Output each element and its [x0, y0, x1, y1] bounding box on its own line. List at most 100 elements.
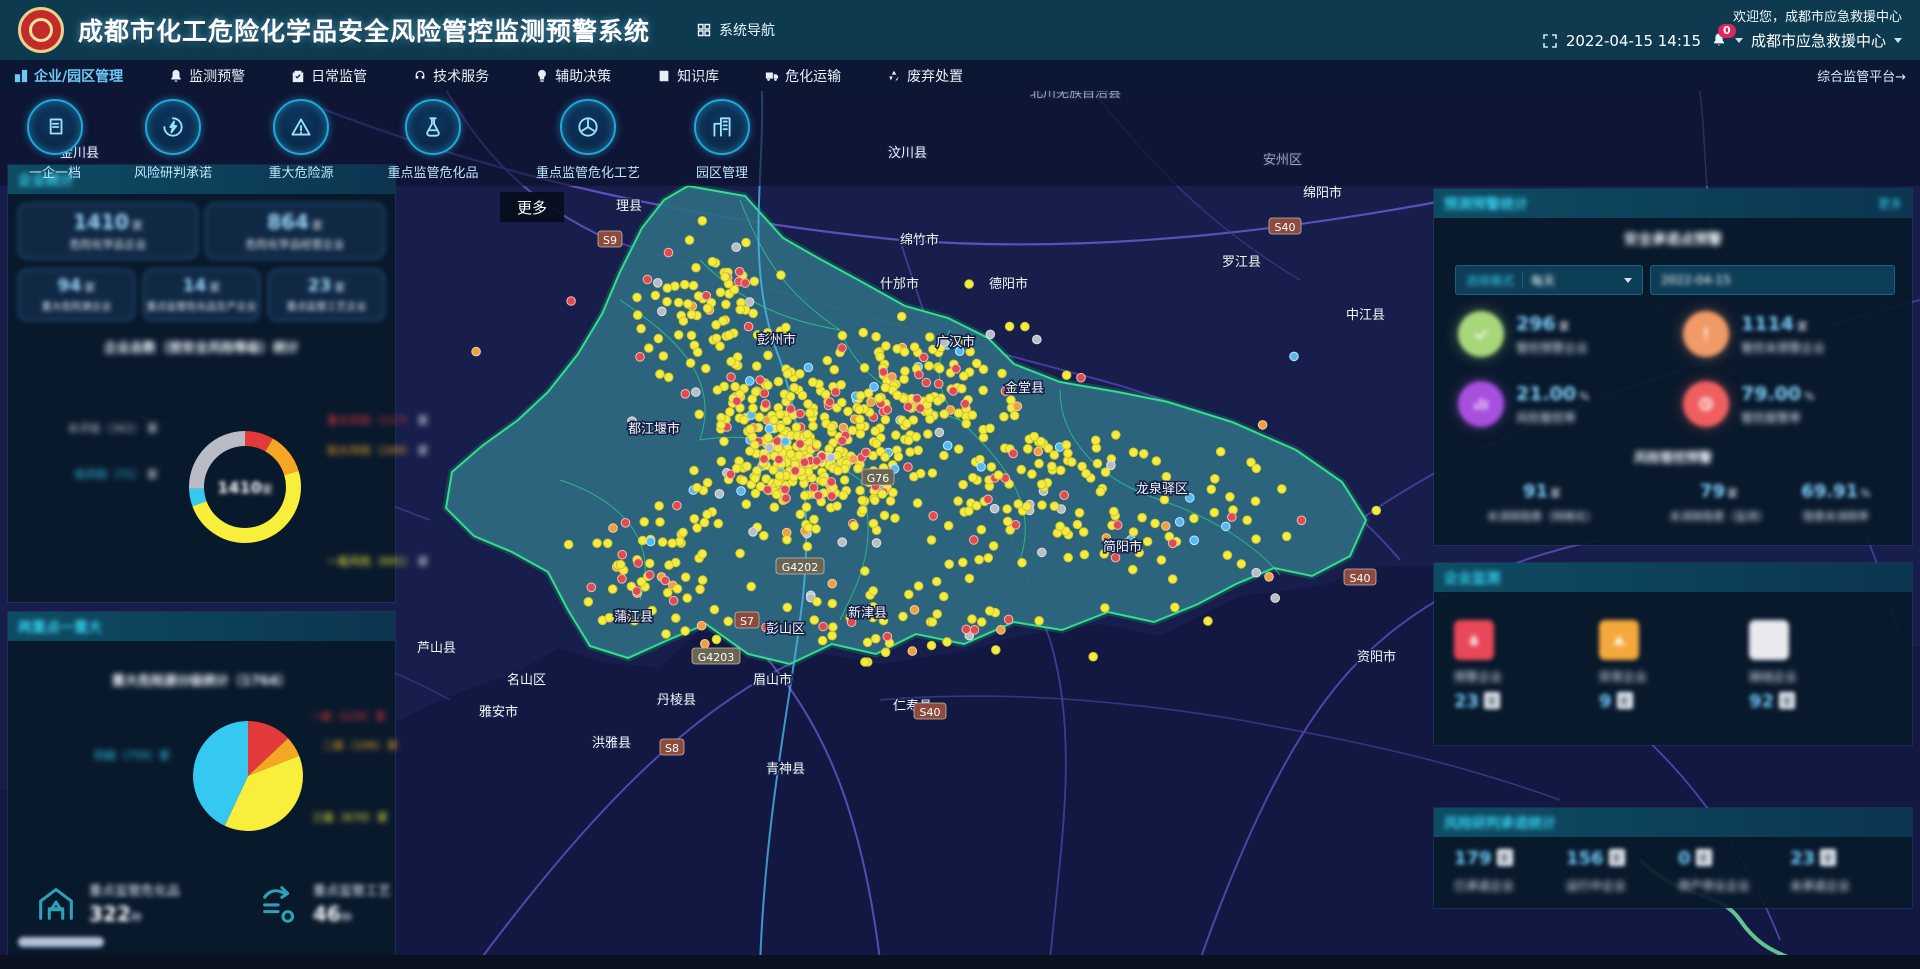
map-marker-red[interactable]: [915, 370, 924, 379]
map-marker-yellow[interactable]: [968, 615, 977, 624]
notifications-button[interactable]: 0: [1709, 32, 1727, 50]
map-marker-red[interactable]: [913, 394, 922, 403]
more-link[interactable]: 更多: [1878, 195, 1902, 212]
map-marker-gray[interactable]: [658, 307, 667, 316]
map-marker-yellow[interactable]: [1000, 412, 1009, 421]
map-marker-gray[interactable]: [827, 453, 836, 462]
map-marker-yellow[interactable]: [839, 491, 848, 500]
map-marker-red[interactable]: [904, 402, 913, 411]
map-marker-yellow[interactable]: [663, 588, 672, 597]
map-marker-blue[interactable]: [1290, 352, 1299, 361]
map-more-button[interactable]: 更多: [500, 192, 564, 222]
map-marker-yellow[interactable]: [783, 535, 792, 544]
map-marker-yellow[interactable]: [659, 352, 668, 361]
map-marker-yellow[interactable]: [838, 331, 847, 340]
map-marker-yellow[interactable]: [886, 497, 895, 506]
map-marker-gray[interactable]: [1252, 568, 1261, 577]
map-marker-yellow[interactable]: [1110, 507, 1119, 516]
map-marker-yellow[interactable]: [904, 436, 913, 445]
map-marker-yellow[interactable]: [844, 407, 853, 416]
map-marker-yellow[interactable]: [881, 415, 890, 424]
map-marker-yellow[interactable]: [1035, 459, 1044, 468]
map-marker-yellow[interactable]: [1216, 447, 1225, 456]
map-marker-yellow[interactable]: [881, 648, 890, 657]
map-marker-red[interactable]: [669, 596, 678, 605]
map-marker-yellow[interactable]: [945, 560, 954, 569]
map-marker-yellow[interactable]: [1171, 603, 1180, 612]
map-marker-yellow[interactable]: [902, 419, 911, 428]
map-marker-yellow[interactable]: [1226, 493, 1235, 502]
map-marker-yellow[interactable]: [975, 555, 984, 564]
map-marker-yellow[interactable]: [802, 503, 811, 512]
map-marker-yellow[interactable]: [869, 519, 878, 528]
map-marker-yellow[interactable]: [714, 519, 723, 528]
map-marker-yellow[interactable]: [1162, 472, 1171, 481]
map-marker-yellow[interactable]: [972, 501, 981, 510]
map-marker-yellow[interactable]: [674, 298, 683, 307]
map-marker-yellow[interactable]: [894, 452, 903, 461]
map-marker-red[interactable]: [1004, 615, 1013, 624]
map-marker-yellow[interactable]: [703, 510, 712, 519]
map-marker-red[interactable]: [809, 483, 818, 492]
map-marker-yellow[interactable]: [893, 391, 902, 400]
map-marker-yellow[interactable]: [959, 480, 968, 489]
map-marker-yellow[interactable]: [605, 613, 614, 622]
map-marker-yellow[interactable]: [1129, 528, 1138, 537]
map-marker-yellow[interactable]: [892, 431, 901, 440]
map-marker-yellow[interactable]: [564, 540, 573, 549]
map-marker-yellow[interactable]: [668, 539, 677, 548]
map-marker-yellow[interactable]: [687, 331, 696, 340]
map-marker-yellow[interactable]: [943, 638, 952, 647]
map-marker-yellow[interactable]: [717, 421, 726, 430]
map-marker-yellow[interactable]: [1024, 445, 1033, 454]
map-marker-yellow[interactable]: [736, 305, 745, 314]
map-marker-yellow[interactable]: [1096, 487, 1105, 496]
map-marker-red[interactable]: [796, 409, 805, 418]
map-marker-red[interactable]: [763, 485, 772, 494]
map-marker-yellow[interactable]: [681, 627, 690, 636]
map-marker-yellow[interactable]: [683, 594, 692, 603]
map-marker-yellow[interactable]: [679, 317, 688, 326]
map-marker-yellow[interactable]: [686, 359, 695, 368]
map-marker-yellow[interactable]: [1168, 575, 1177, 584]
enterprise-stat-box[interactable]: 14家重点监管危化品生产企业: [143, 269, 260, 321]
nav-item-4[interactable]: 技术服务: [413, 66, 489, 86]
map-marker-red[interactable]: [796, 440, 805, 449]
map-marker-red[interactable]: [1168, 539, 1177, 548]
map-marker-red[interactable]: [726, 470, 735, 479]
map-marker-yellow[interactable]: [1093, 459, 1102, 468]
map-marker-red[interactable]: [760, 455, 769, 464]
map-marker-yellow[interactable]: [792, 423, 801, 432]
chevron-down-icon[interactable]: [1894, 38, 1902, 43]
map-marker-yellow[interactable]: [695, 410, 704, 419]
map-marker-red[interactable]: [1060, 491, 1069, 500]
map-marker-red[interactable]: [831, 388, 840, 397]
map-marker-yellow[interactable]: [717, 457, 726, 466]
map-marker-red[interactable]: [681, 390, 690, 399]
map-marker-gray[interactable]: [1271, 594, 1280, 603]
map-marker-red[interactable]: [1077, 373, 1086, 382]
map-marker-yellow[interactable]: [750, 277, 759, 286]
map-marker-yellow[interactable]: [1003, 517, 1012, 526]
map-marker-yellow[interactable]: [1091, 436, 1100, 445]
map-marker-yellow[interactable]: [979, 433, 988, 442]
map-marker-yellow[interactable]: [731, 382, 740, 391]
map-marker-red[interactable]: [827, 492, 836, 501]
map-marker-red[interactable]: [673, 501, 682, 510]
map-marker-yellow[interactable]: [713, 386, 722, 395]
map-marker-yellow[interactable]: [800, 491, 809, 500]
map-marker-yellow[interactable]: [777, 271, 786, 280]
map-marker-yellow[interactable]: [861, 567, 870, 576]
map-marker-yellow[interactable]: [1079, 528, 1088, 537]
map-marker-blue[interactable]: [870, 383, 879, 392]
map-marker-yellow[interactable]: [645, 344, 654, 353]
map-marker-yellow[interactable]: [809, 378, 818, 387]
map-marker-orange[interactable]: [701, 640, 710, 649]
map-marker-yellow[interactable]: [776, 424, 785, 433]
map-marker-yellow[interactable]: [736, 549, 745, 558]
map-marker-yellow[interactable]: [969, 473, 978, 482]
map-marker-red[interactable]: [756, 376, 765, 385]
map-marker-yellow[interactable]: [747, 582, 756, 591]
map-marker-blue[interactable]: [977, 463, 986, 472]
map-marker-gray[interactable]: [872, 539, 881, 548]
